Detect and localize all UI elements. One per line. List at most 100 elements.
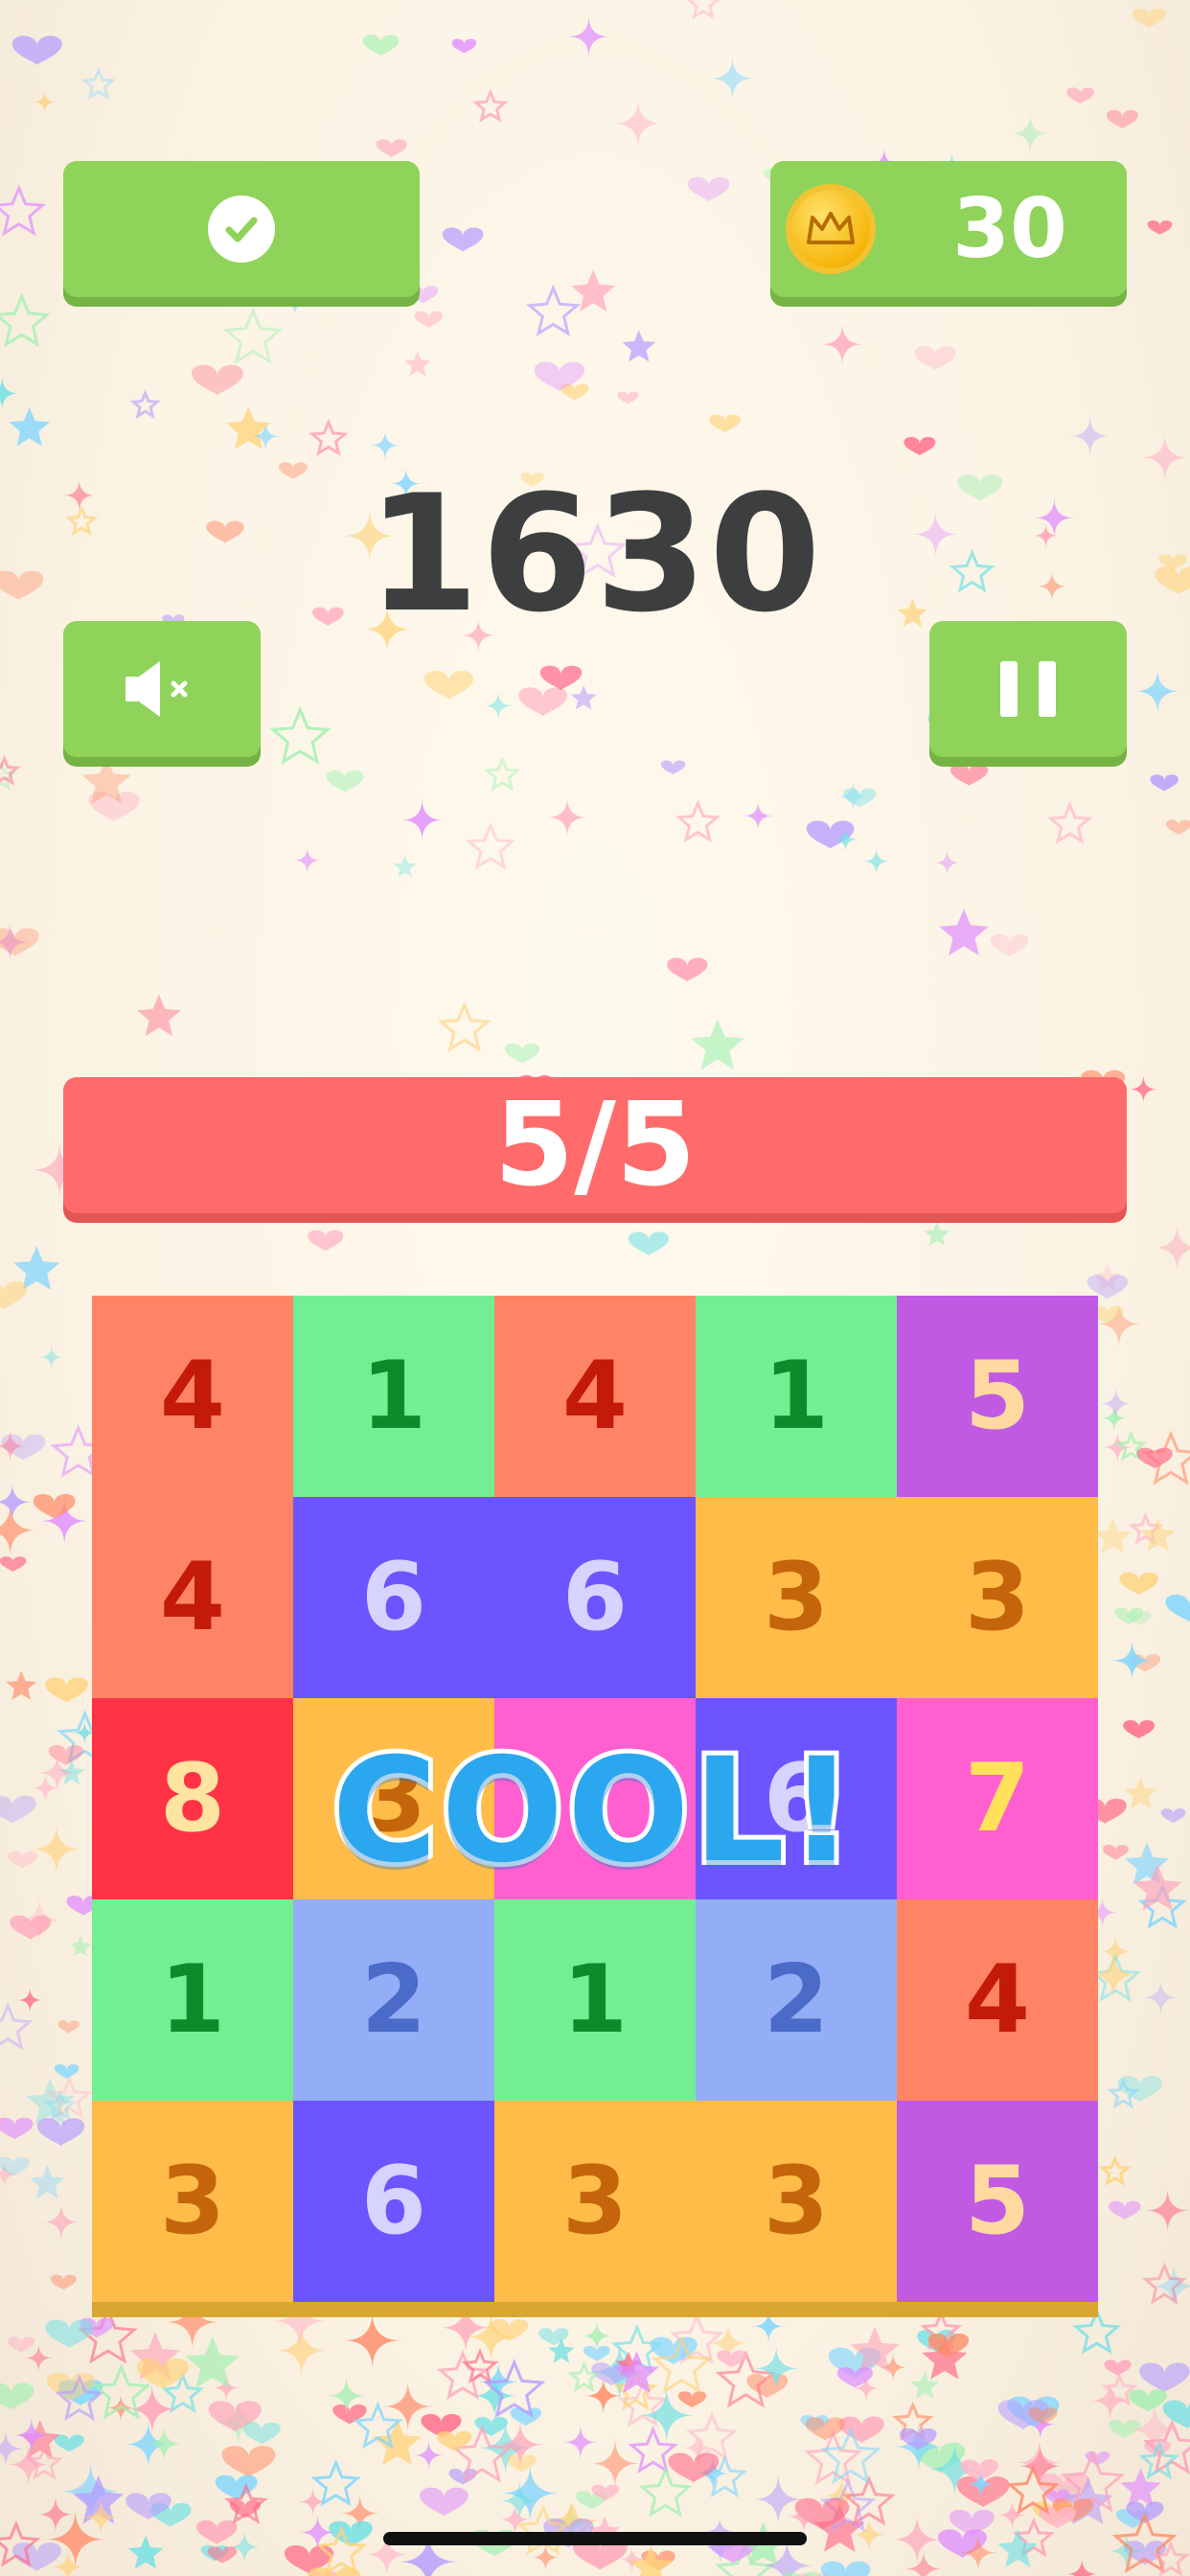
confetti-heart — [990, 933, 1029, 957]
home-indicator[interactable] — [383, 2532, 807, 2545]
confetti-sparkle — [638, 2386, 696, 2444]
board-tile[interactable]: 3 — [494, 2101, 696, 2302]
confetti-star — [842, 2474, 896, 2526]
confetti-sparkle — [1017, 2443, 1064, 2490]
confetti-sparkle — [40, 1497, 89, 1546]
confetti-star — [472, 88, 509, 123]
confetti-heart — [1043, 2489, 1070, 2505]
board-tile[interactable]: 3 — [696, 2101, 897, 2302]
confetti-star — [269, 705, 332, 765]
confetti-heart — [899, 2427, 937, 2450]
board-tile[interactable]: 1 — [92, 1899, 293, 2101]
confetti-heart — [1147, 220, 1173, 236]
confetti-heart — [997, 2400, 1049, 2430]
board-tile[interactable]: 3 — [696, 1497, 897, 1698]
confetti-sparkle — [752, 2345, 800, 2392]
confetti-heart — [490, 2319, 529, 2342]
confetti-sparkle — [1024, 2408, 1056, 2440]
confetti-sparkle — [0, 376, 19, 411]
board-tile[interactable]: 3 — [897, 1497, 1098, 1698]
board-tile[interactable]: 3 — [92, 2101, 293, 2302]
confetti-star — [813, 2503, 865, 2552]
sound-toggle-button[interactable] — [63, 621, 261, 757]
confetti-sparkle — [1010, 113, 1051, 154]
confetti-star — [614, 2351, 659, 2394]
confetti-sparkle — [370, 429, 400, 461]
confetti-heart — [950, 764, 989, 787]
confetti-star — [310, 2458, 361, 2507]
confetti-heart — [221, 2446, 276, 2478]
confetti-sparkle — [1065, 2558, 1099, 2576]
confetti-heart — [820, 2561, 871, 2576]
confetti-heart — [1165, 1594, 1190, 1622]
confetti-heart — [510, 2407, 542, 2426]
board-tile[interactable]: 1 — [293, 1296, 494, 1497]
confetti-sparkle — [212, 2374, 240, 2402]
confetti-star — [618, 2380, 668, 2427]
confetti-heart — [677, 2391, 707, 2408]
confetti-sparkle — [0, 923, 30, 962]
coin-count: 30 — [952, 181, 1067, 277]
confetti-heart — [1039, 2506, 1076, 2529]
confetti-sparkle — [967, 2470, 995, 2498]
confetti-sparkle — [274, 2323, 329, 2378]
confetti-sparkle — [820, 322, 864, 366]
confetti-heart — [575, 2490, 608, 2510]
board-tile[interactable]: 6 — [494, 1497, 696, 1698]
confetti-sparkle — [862, 847, 891, 876]
confetti-star — [1107, 2077, 1140, 2109]
confetti-sparkle — [1134, 668, 1180, 715]
confetti-star — [25, 2444, 64, 2480]
confetti-star — [803, 2429, 862, 2486]
confetti-star — [819, 2478, 877, 2533]
confetti-sparkle — [0, 1429, 27, 1463]
confetti-heart — [308, 1230, 344, 1252]
board-tile[interactable]: 6 — [293, 1497, 494, 1698]
complete-button[interactable] — [63, 161, 420, 297]
board-tile[interactable]: 6 — [293, 2101, 494, 2302]
pause-button[interactable] — [929, 621, 1127, 757]
confetti-heart — [800, 2415, 830, 2432]
coin-counter-button[interactable]: 30 — [770, 161, 1127, 297]
board-tile[interactable]: 5 — [897, 2101, 1098, 2302]
confetti-star — [19, 2420, 60, 2458]
confetti-sparkle — [293, 846, 321, 874]
confetti-heart — [332, 2404, 367, 2425]
board-tile[interactable]: 5 — [897, 1296, 1098, 1497]
confetti-heart — [538, 2328, 569, 2346]
confetti-heart — [1106, 109, 1138, 129]
confetti-sparkle — [751, 2472, 805, 2526]
confetti-sparkle — [1108, 2532, 1146, 2570]
confetti-heart — [504, 1043, 540, 1064]
confetti-heart — [1127, 1611, 1152, 1626]
confetti-heart — [914, 346, 956, 371]
confetti-heart — [1150, 774, 1179, 792]
board-tile[interactable]: 4 — [897, 1899, 1098, 2101]
confetti-sparkle — [893, 2422, 944, 2472]
confetti-star — [80, 66, 117, 101]
confetti-star — [1006, 2464, 1060, 2516]
confetti-sparkle — [33, 89, 57, 114]
confetti-sparkle — [681, 2431, 714, 2465]
confetti-heart — [917, 2330, 956, 2353]
confetti-sparkle — [24, 2343, 54, 2373]
confetti-heart — [583, 2345, 610, 2362]
confetti-heart — [709, 414, 741, 433]
board-tile[interactable]: 1 — [494, 1899, 696, 2101]
confetti-sparkle — [878, 2353, 908, 2382]
board-tile[interactable]: 2 — [293, 1899, 494, 2101]
confetti-star — [81, 757, 131, 804]
confetti-sparkle — [904, 2549, 943, 2576]
board-tile[interactable]: 4 — [92, 1296, 293, 1497]
board-tile[interactable]: 1 — [696, 1296, 897, 1497]
board-tile[interactable]: 4 — [494, 1296, 696, 1497]
confetti-heart — [660, 760, 686, 775]
confetti-sparkle — [612, 98, 663, 149]
confetti-heart — [414, 310, 444, 329]
confetti-heart — [136, 2358, 190, 2390]
confetti-sparkle — [42, 2202, 80, 2242]
board-tile[interactable]: 2 — [696, 1899, 897, 2101]
board-tile[interactable]: 4 — [92, 1497, 293, 1698]
confetti-star — [628, 2426, 678, 2474]
confetti-heart — [442, 227, 484, 252]
